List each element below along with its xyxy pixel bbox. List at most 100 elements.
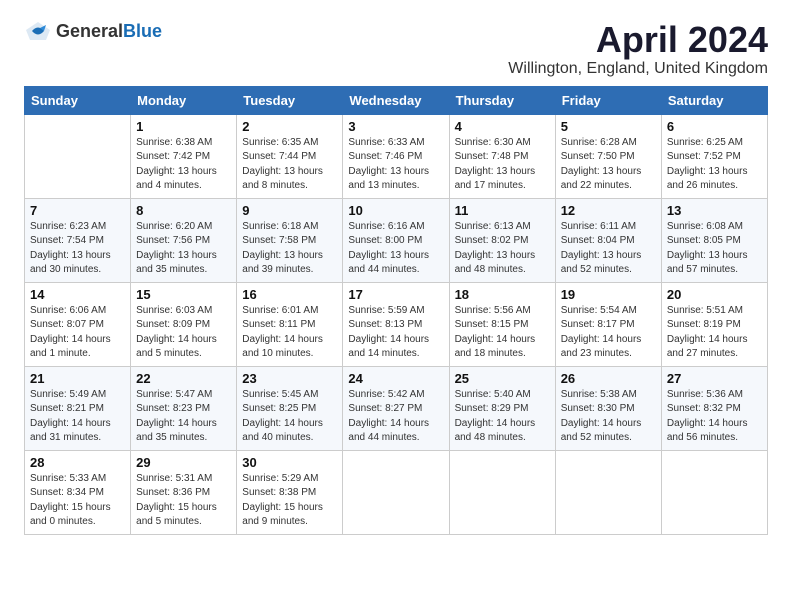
cell-line: Daylight: 14 hours [455, 418, 536, 429]
day-number: 16 [242, 287, 337, 302]
cell-line: Sunset: 8:02 PM [455, 235, 529, 246]
cell-line: Daylight: 13 hours [348, 250, 429, 261]
cell-content: Sunrise: 5:29 AMSunset: 8:38 PMDaylight:… [242, 472, 337, 530]
cell-line: Daylight: 14 hours [455, 334, 536, 345]
page-header: GeneralBlue April 2024 Willington, Engla… [24, 20, 768, 78]
cell-line: and 14 minutes. [348, 348, 419, 359]
week-row-3: 14Sunrise: 6:06 AMSunset: 8:07 PMDayligh… [25, 282, 768, 366]
calendar-cell: 18Sunrise: 5:56 AMSunset: 8:15 PMDayligh… [449, 282, 555, 366]
cell-line: Sunrise: 5:42 AM [348, 389, 424, 400]
cell-line: Sunset: 8:04 PM [561, 235, 635, 246]
cell-line: Sunrise: 6:13 AM [455, 221, 531, 232]
week-row-1: 1Sunrise: 6:38 AMSunset: 7:42 PMDaylight… [25, 114, 768, 198]
cell-line: Sunrise: 6:11 AM [561, 221, 636, 232]
calendar-cell: 14Sunrise: 6:06 AMSunset: 8:07 PMDayligh… [25, 282, 131, 366]
cell-line: Sunrise: 6:23 AM [30, 221, 106, 232]
cell-content: Sunrise: 6:13 AM Sunset: 8:02 PM Daylight:… [455, 220, 550, 278]
cell-line: Daylight: 14 hours [242, 418, 323, 429]
calendar-cell: 17Sunrise: 5:59 AMSunset: 8:13 PMDayligh… [343, 282, 449, 366]
logo: GeneralBlue [24, 20, 162, 42]
cell-line: Daylight: 14 hours [561, 334, 642, 345]
week-row-4: 21Sunrise: 5:49 AMSunset: 8:21 PMDayligh… [25, 366, 768, 450]
cell-line: Sunrise: 6:16 AM [348, 221, 424, 232]
cell-line: Sunset: 8:21 PM [30, 403, 104, 414]
cell-line: and 23 minutes. [561, 348, 632, 359]
day-header-sunday: Sunday [25, 86, 131, 114]
cell-content: Sunrise: 5:51 AMSunset: 8:19 PMDaylight:… [667, 304, 762, 362]
cell-line: and 5 minutes. [136, 516, 202, 527]
day-number: 5 [561, 119, 656, 134]
cell-line: Sunrise: 6:06 AM [30, 305, 106, 316]
cell-line: Sunrise: 5:47 AM [136, 389, 212, 400]
cell-line: Sunrise: 5:38 AM [561, 389, 637, 400]
cell-line: Daylight: 14 hours [242, 334, 323, 345]
month-title: April 2024 [508, 20, 768, 60]
cell-content: Sunrise: 6:25 AMSunset: 7:52 PMDaylight:… [667, 136, 762, 194]
calendar-cell: 3Sunrise: 6:33 AMSunset: 7:46 PMDaylight… [343, 114, 449, 198]
cell-line: Daylight: 13 hours [242, 166, 323, 177]
day-header-thursday: Thursday [449, 86, 555, 114]
cell-line: Daylight: 13 hours [455, 166, 536, 177]
cell-content: Sunrise: 5:36 AMSunset: 8:32 PMDaylight:… [667, 388, 762, 446]
cell-content: Sunrise: 5:38 AMSunset: 8:30 PMDaylight:… [561, 388, 656, 446]
cell-line: and 39 minutes. [242, 264, 313, 275]
calendar-cell: 25Sunrise: 5:40 AMSunset: 8:29 PMDayligh… [449, 366, 555, 450]
calendar-cell: 1Sunrise: 6:38 AMSunset: 7:42 PMDaylight… [131, 114, 237, 198]
logo-text: GeneralBlue [56, 21, 162, 42]
cell-line: Daylight: 13 hours [667, 250, 748, 261]
day-header-friday: Friday [555, 86, 661, 114]
cell-line: Sunrise: 5:49 AM [30, 389, 106, 400]
day-number: 19 [561, 287, 656, 302]
day-header-monday: Monday [131, 86, 237, 114]
day-number: 23 [242, 371, 337, 386]
calendar-cell: 19Sunrise: 5:54 AMSunset: 8:17 PMDayligh… [555, 282, 661, 366]
cell-line: Daylight: 13 hours [455, 250, 536, 261]
calendar-cell: 7 Sunrise: 6:23 AM Sunset: 7:54 PM Daylight… [25, 198, 131, 282]
cell-line: Daylight: 14 hours [667, 334, 748, 345]
calendar-cell: 24Sunrise: 5:42 AMSunset: 8:27 PMDayligh… [343, 366, 449, 450]
day-number: 28 [30, 455, 125, 470]
cell-line: Sunset: 8:19 PM [667, 319, 741, 330]
cell-line: and 44 minutes. [348, 264, 419, 275]
cell-content: Sunrise: 5:59 AMSunset: 8:13 PMDaylight:… [348, 304, 443, 362]
day-number: 18 [455, 287, 550, 302]
cell-line: Daylight: 13 hours [30, 250, 111, 261]
cell-line: and 40 minutes. [242, 432, 313, 443]
title-block: April 2024 Willington, England, United K… [508, 20, 768, 78]
day-number: 6 [667, 119, 762, 134]
cell-line: Sunset: 7:42 PM [136, 151, 210, 162]
cell-line: and 48 minutes. [455, 264, 526, 275]
cell-line: Sunrise: 6:25 AM [667, 137, 743, 148]
calendar-cell: 21Sunrise: 5:49 AMSunset: 8:21 PMDayligh… [25, 366, 131, 450]
calendar-cell: 5Sunrise: 6:28 AMSunset: 7:50 PMDaylight… [555, 114, 661, 198]
cell-line: Daylight: 14 hours [30, 334, 111, 345]
cell-line: Daylight: 13 hours [561, 166, 642, 177]
day-number: 4 [455, 119, 550, 134]
day-number: 9 [242, 203, 337, 218]
cell-line: Sunset: 7:44 PM [242, 151, 316, 162]
week-row-2: 7 Sunrise: 6:23 AM Sunset: 7:54 PM Daylight… [25, 198, 768, 282]
cell-line: Sunrise: 6:01 AM [242, 305, 318, 316]
cell-line: Sunset: 8:32 PM [667, 403, 741, 414]
calendar-cell: 11Sunrise: 6:13 AMSunset: 8:02 PMDayligh… [449, 198, 555, 282]
cell-line: and 8 minutes. [242, 180, 308, 191]
cell-line: Daylight: 15 hours [242, 502, 323, 513]
logo-icon [24, 20, 52, 42]
cell-line: Daylight: 14 hours [136, 334, 217, 345]
cell-line: Sunset: 8:29 PM [455, 403, 529, 414]
cell-line: and 26 minutes. [667, 180, 738, 191]
cell-content: Sunrise: 6:01 AMSunset: 8:11 PMDaylight:… [242, 304, 337, 362]
day-number: 27 [667, 371, 762, 386]
day-header-tuesday: Tuesday [237, 86, 343, 114]
cell-line: and 57 minutes. [667, 264, 738, 275]
day-number: 26 [561, 371, 656, 386]
cell-content: Sunrise: 5:47 AMSunset: 8:23 PMDaylight:… [136, 388, 231, 446]
cell-line: Sunrise: 5:59 AM [348, 305, 424, 316]
cell-line: and 5 minutes. [136, 348, 202, 359]
cell-line: Sunset: 7:54 PM [30, 235, 104, 246]
day-number: 7 [30, 203, 125, 218]
week-row-5: 28Sunrise: 5:33 AMSunset: 8:34 PMDayligh… [25, 450, 768, 534]
cell-line: and 56 minutes. [667, 432, 738, 443]
cell-line: Daylight: 13 hours [561, 250, 642, 261]
logo-blue: Blue [123, 21, 162, 41]
